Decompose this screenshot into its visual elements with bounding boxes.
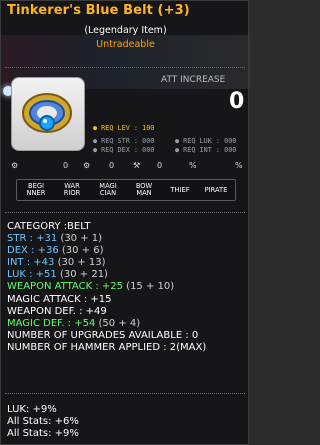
- stat-magic-def-detail: (50 + 4): [98, 317, 141, 329]
- upgrades-available: NUMBER OF UPGRADES AVAILABLE : 0: [7, 329, 199, 341]
- job-magician: MAGI CIAN: [99, 182, 117, 197]
- job-requirements: BEGI NNER WAR RIOR MAGI CIAN BOW MAN THI…: [16, 179, 236, 201]
- stat-indicator-icon: ⚒: [133, 161, 141, 170]
- stat-luk-detail: (30 + 21): [59, 269, 108, 281]
- potential-line-2: All Stats: +6%: [7, 416, 79, 428]
- stat-dex-value: DEX : +36: [7, 245, 59, 257]
- req-luk: ● REQ LUK : 000: [175, 137, 237, 145]
- req-str: ● REQ STR : 000: [93, 137, 155, 145]
- job-pirate: PIRATE: [204, 185, 228, 194]
- job-bowman: BOW MAN: [135, 182, 153, 197]
- belt-icon: [22, 93, 72, 133]
- stat-indicator-icon: ⚙: [83, 161, 91, 170]
- indicator-5: %: [235, 161, 243, 170]
- att-increase-label: ATT INCREASE: [161, 75, 226, 85]
- indicator-2: 0: [109, 161, 115, 170]
- potential-line-1: LUK: +9%: [7, 404, 57, 415]
- potential-section: LUK: +9% All Stats: +6% All Stats: +9%: [7, 404, 247, 441]
- indicator-3: 0: [157, 161, 163, 170]
- stat-weapon-attack-value: WEAPON ATTACK : +25: [7, 281, 123, 293]
- indicator-4: %: [189, 161, 197, 170]
- potential-line-3: All Stats: +9%: [7, 428, 79, 440]
- stat-magic-def-value: MAGIC DEF. : +54: [7, 317, 96, 329]
- stat-magic-attack: MAGIC ATTACK : +15: [7, 293, 112, 305]
- att-increase-value: 0: [229, 89, 245, 114]
- stat-str-detail: (30 + 1): [60, 233, 103, 245]
- stat-magic-def: MAGIC DEF. : +54 (50 + 4): [7, 318, 247, 330]
- job-thief: THIEF: [170, 185, 190, 194]
- stat-weapon-attack-detail: (15 + 10): [126, 281, 175, 293]
- item-icon-frame: [11, 77, 85, 151]
- stat-int-detail: (30 + 13): [57, 257, 106, 269]
- stat-weapon-def: WEAPON DEF. : +49: [7, 305, 107, 317]
- category-line: CATEGORY :BELT: [7, 221, 91, 232]
- stat-luk: LUK : +51 (30 + 21): [7, 269, 247, 281]
- tradeability-label: Untradeable: [96, 39, 155, 50]
- divider: [5, 67, 245, 69]
- req-dex: ● REQ DEX : 000: [93, 146, 155, 154]
- stat-str-value: STR : +31: [7, 233, 58, 245]
- item-grade: (Legendary Item): [84, 25, 167, 36]
- stat-int: INT : +43 (30 + 13): [7, 257, 247, 269]
- job-beginner: BEGI NNER: [26, 182, 46, 197]
- divider: [5, 212, 245, 214]
- req-lev: ● REQ LEV : 100: [93, 124, 155, 132]
- req-int: ● REQ INT : 000: [175, 146, 237, 154]
- stat-dex-detail: (30 + 6): [61, 245, 104, 257]
- item-tooltip: Tinkerer's Blue Belt (+3) (Legendary Ite…: [0, 0, 250, 445]
- stat-indicator-icon: ⚙: [11, 161, 19, 170]
- item-title: Tinkerer's Blue Belt (+3): [7, 3, 190, 18]
- hammer-applied: NUMBER OF HAMMER APPLIED : 2(MAX): [7, 341, 207, 353]
- stat-weapon-attack: WEAPON ATTACK : +25 (15 + 10): [7, 281, 247, 293]
- stat-str: STR : +31 (30 + 1): [7, 233, 247, 245]
- small-indicators: ⚙ 0 ⚙ 0 ⚒ 0 % %: [11, 161, 243, 173]
- stat-dex: DEX : +36 (30 + 6): [7, 245, 247, 257]
- stats-section: CATEGORY :BELT STR : +31 (30 + 1) DEX : …: [7, 221, 247, 354]
- job-warrior: WAR RIOR: [63, 182, 81, 197]
- indicator-1: 0: [63, 161, 69, 170]
- divider: [5, 393, 245, 395]
- stat-luk-value: LUK : +51: [7, 269, 57, 281]
- stat-int-value: INT : +43: [7, 257, 55, 269]
